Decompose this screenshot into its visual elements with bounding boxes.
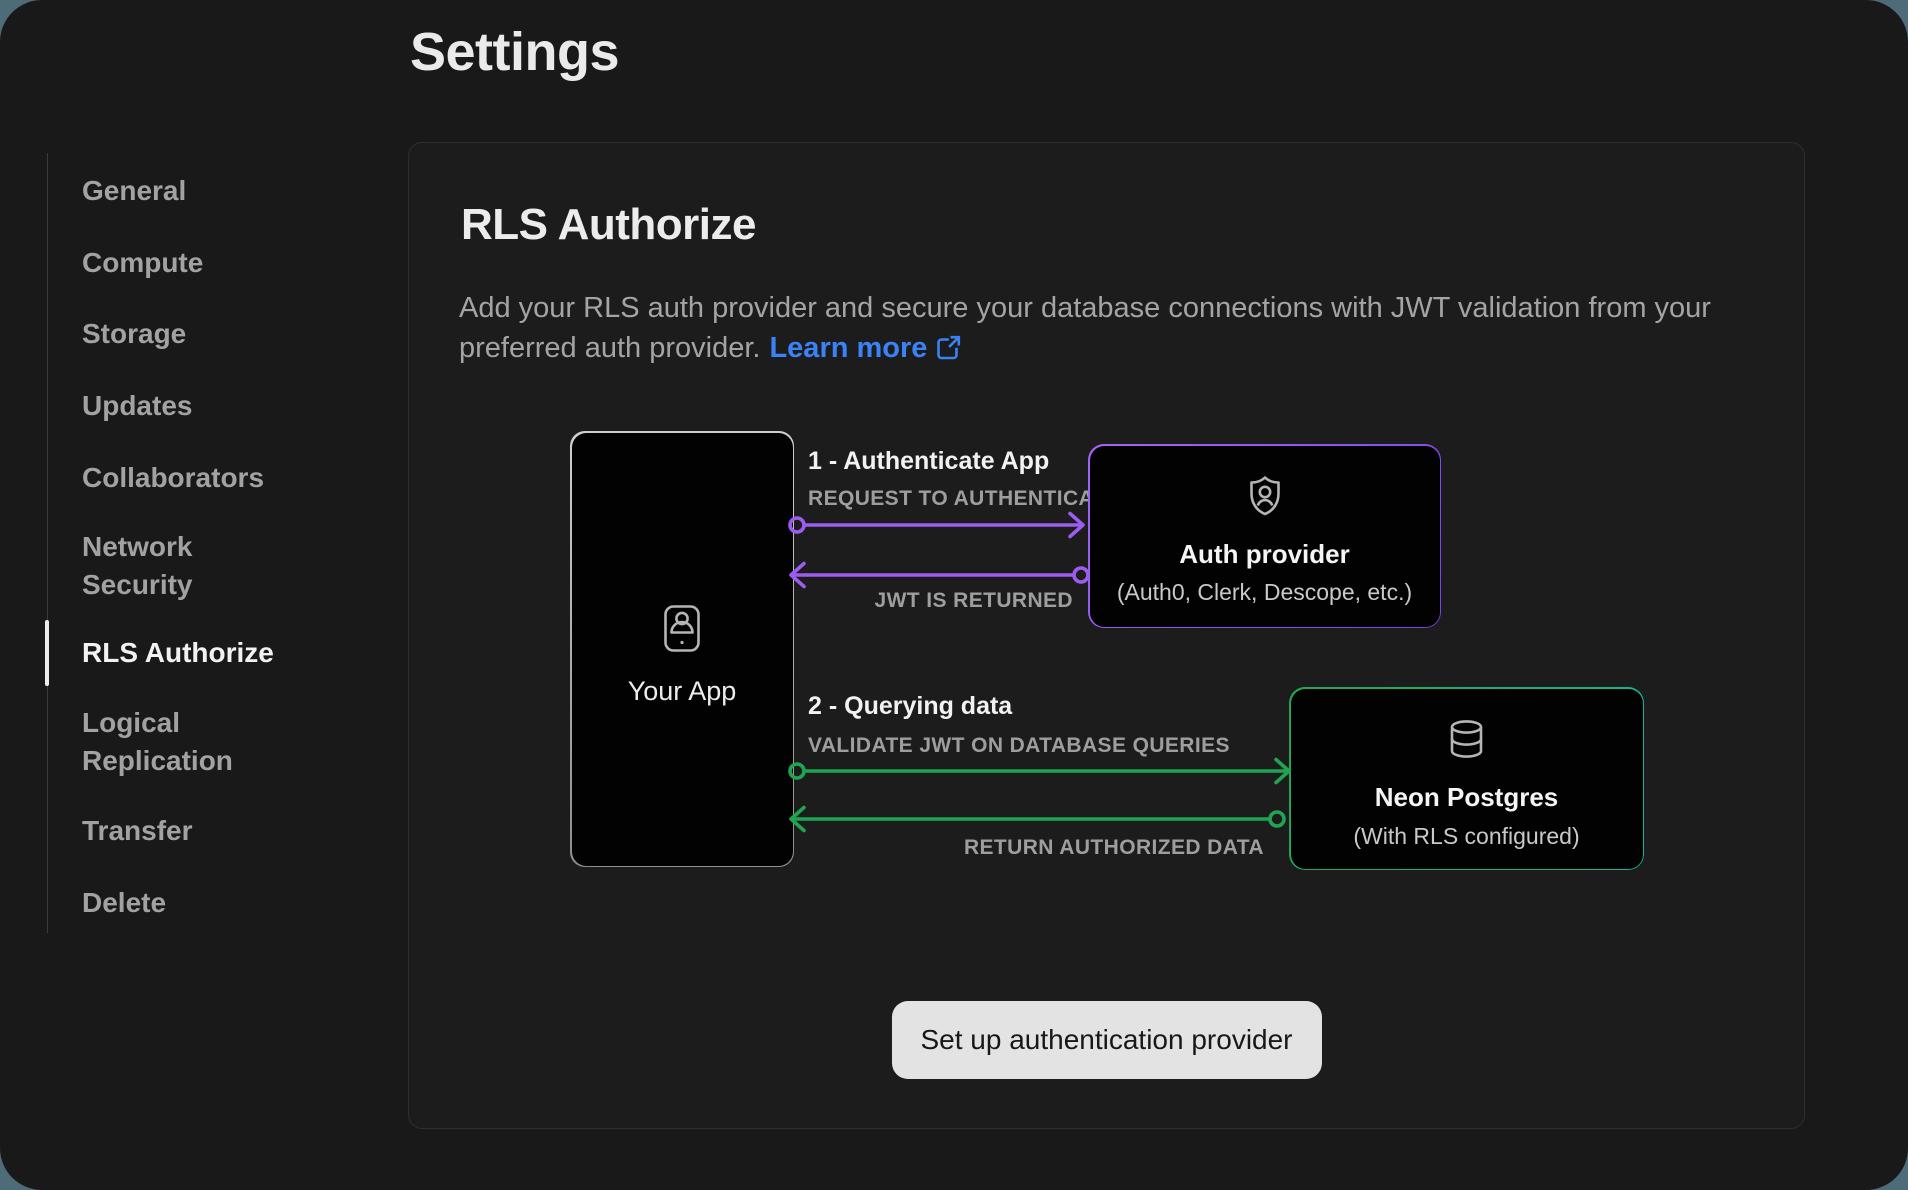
sidebar-item-label: Logical [82,704,352,742]
auth-provider-box: Auth provider (Auth0, Clerk, Descope, et… [1088,444,1441,628]
page-title: Settings [410,20,619,84]
sidebar-item-transfer[interactable]: Transfer [82,812,352,850]
sidebar-item-label: Storage [82,315,352,353]
neon-postgres-box: Neon Postgres (With RLS configured) [1289,687,1644,870]
sidebar-item-rls-authorize[interactable]: RLS Authorize [82,634,352,672]
sidebar-item-logical-replication[interactable]: LogicalReplication [82,704,352,780]
rls-authorize-card: RLS Authorize Add your RLS auth provider… [408,142,1805,1129]
validate-jwt-arrow [783,751,1295,791]
sidebar-item-label: Replication [82,742,352,780]
auth-provider-subtitle: (Auth0, Clerk, Descope, etc.) [1117,578,1412,606]
settings-sidebar: General Compute Storage Updates Collaborator… [0,0,380,1190]
neon-postgres-subtitle: (With RLS configured) [1353,822,1579,850]
return-data-arrow [775,799,1291,839]
database-icon [1446,719,1487,765]
sidebar-item-updates[interactable]: Updates [82,387,352,425]
setup-auth-provider-button[interactable]: Set up authentication provider [891,1001,1321,1079]
sidebar-item-general[interactable]: General [82,172,352,210]
sidebar-item-label: RLS Authorize [82,634,352,672]
request-authenticate-arrow [783,505,1089,545]
sidebar-rule [47,153,48,933]
step2-title: 2 - Querying data [808,688,1012,724]
sidebar-item-collaborators[interactable]: Collaborators [82,459,352,497]
your-app-box: Your App [570,431,794,867]
sidebar-item-label: Transfer [82,812,352,850]
sidebar-item-delete[interactable]: Delete [82,884,352,922]
sidebar-item-label: General [82,172,352,210]
your-app-label: Your App [628,676,737,706]
auth-provider-title: Auth provider [1179,538,1349,570]
settings-window: Settings General Compute Storage Updates Col… [0,0,1908,1190]
rls-flow-diagram: Your App 1 - Authenticate App REQUEST TO… [409,143,1804,1128]
sidebar-item-label: Updates [82,387,352,425]
sidebar-item-compute[interactable]: Compute [82,244,352,282]
mobile-user-icon [664,605,700,657]
neon-postgres-title: Neon Postgres [1375,781,1559,813]
sidebar-item-label: Network [82,528,352,566]
jwt-returned-arrow [775,555,1095,595]
sidebar-item-label: Delete [82,884,352,922]
sidebar-item-storage[interactable]: Storage [82,315,352,353]
sidebar-item-label: Collaborators [82,459,352,497]
sidebar-active-indicator [45,620,49,686]
step1-title: 1 - Authenticate App [808,443,1049,479]
shield-user-icon [1247,474,1283,521]
sidebar-item-label: Compute [82,244,352,282]
sidebar-item-label: Security [82,566,352,604]
sidebar-item-network-security[interactable]: NetworkSecurity [82,528,352,604]
